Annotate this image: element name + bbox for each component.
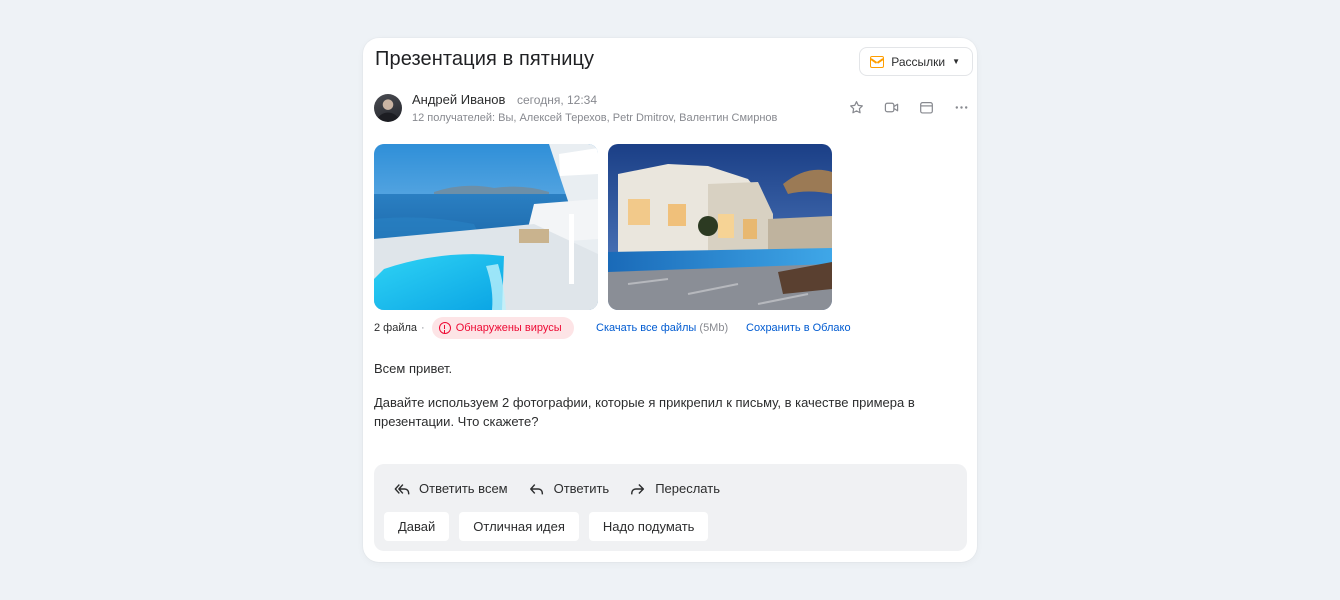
save-to-cloud-link[interactable]: Сохранить в Облако bbox=[746, 322, 851, 334]
reply-all-button[interactable]: Ответить всем bbox=[394, 481, 508, 496]
alert-icon bbox=[438, 322, 451, 334]
forward-label: Переслать bbox=[655, 481, 720, 496]
video-icon[interactable] bbox=[884, 100, 899, 115]
chevron-down-icon: ▼ bbox=[952, 57, 960, 66]
reply-actions: Ответить всем Ответить Переслать bbox=[394, 481, 720, 496]
email-header-actions bbox=[849, 100, 969, 115]
body-paragraph: Давайте используем 2 фотографии, которые… bbox=[374, 395, 915, 429]
quick-reply-button[interactable]: Надо подумать bbox=[588, 512, 709, 541]
separator-dot: · bbox=[421, 322, 425, 334]
download-all-link[interactable]: Скачать все файлы (5Mb) bbox=[596, 322, 728, 334]
email-card: Презентация в пятницу Рассылки ▼ Андрей … bbox=[363, 38, 977, 562]
reply-icon bbox=[529, 483, 543, 494]
attachment-image-sea-pool[interactable] bbox=[374, 144, 598, 310]
sender-avatar[interactable] bbox=[374, 94, 402, 122]
sent-time: сегодня, 12:34 bbox=[517, 93, 598, 107]
recipients-list[interactable]: 12 получателей: Вы, Алексей Терехов, Pet… bbox=[412, 112, 777, 124]
calendar-icon[interactable] bbox=[919, 100, 934, 115]
more-icon[interactable] bbox=[954, 100, 969, 115]
quick-reply-button[interactable]: Отличная идея bbox=[459, 512, 579, 541]
email-body: Всем привет. Давайте используем 2 фотогр… bbox=[374, 359, 964, 446]
forward-icon bbox=[631, 483, 645, 494]
reply-panel: Ответить всем Ответить Переслать Давай О… bbox=[374, 464, 967, 551]
newsletters-button[interactable]: Рассылки ▼ bbox=[859, 47, 973, 76]
download-size: (5Mb) bbox=[699, 322, 729, 334]
virus-warning-label: Обнаружены вирусы bbox=[455, 322, 562, 334]
reply-label: Ответить bbox=[553, 481, 610, 496]
email-subject: Презентация в пятницу bbox=[375, 48, 595, 70]
attachment-image-villa[interactable] bbox=[608, 144, 832, 310]
body-greeting: Всем привет. bbox=[374, 361, 453, 376]
reply-all-label: Ответить всем bbox=[419, 481, 508, 496]
reply-all-icon bbox=[394, 483, 410, 494]
sender-name[interactable]: Андрей Иванов bbox=[412, 92, 505, 107]
newsletters-label: Рассылки bbox=[891, 54, 946, 69]
download-all-label: Скачать все файлы bbox=[596, 322, 697, 334]
quick-reply-button[interactable]: Давай bbox=[384, 512, 450, 541]
newsletter-icon bbox=[870, 55, 885, 68]
reply-button[interactable]: Ответить bbox=[529, 481, 610, 496]
files-count: 2 файла bbox=[374, 322, 418, 334]
attachments-summary: 2 файла · Обнаружены вирусы bbox=[374, 317, 574, 339]
virus-warning-badge[interactable]: Обнаружены вирусы bbox=[431, 317, 574, 339]
forward-button[interactable]: Переслать bbox=[630, 481, 720, 496]
star-icon[interactable] bbox=[849, 100, 864, 115]
quick-replies: Давай Отличная идея Надо подумать bbox=[384, 512, 709, 541]
